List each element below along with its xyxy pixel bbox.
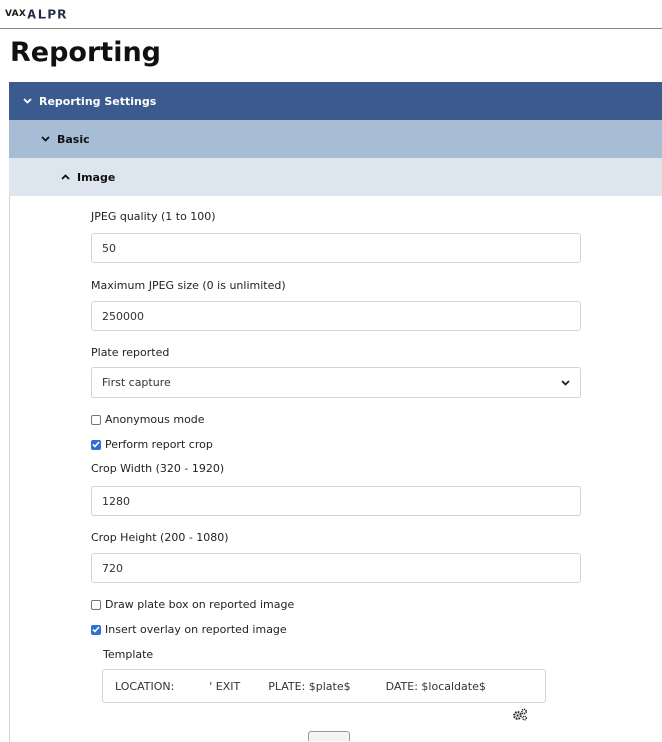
plate-reported-select[interactable]: First capture xyxy=(91,367,581,398)
brand-prefix: VAX xyxy=(5,9,27,19)
section-image[interactable]: Image xyxy=(9,158,662,196)
jpeg-quality-input[interactable] xyxy=(91,233,581,263)
draw-plate-box-checkbox[interactable]: Draw plate box on reported image xyxy=(91,598,294,611)
max-jpeg-size-input[interactable] xyxy=(91,301,581,331)
section-label: Image xyxy=(77,170,116,184)
insert-overlay-checkbox[interactable]: Insert overlay on reported image xyxy=(91,623,287,636)
jpeg-quality-label: JPEG quality (1 to 100) xyxy=(91,210,216,223)
chevron-down-icon xyxy=(561,376,570,389)
top-bar: VAX ALPR xyxy=(0,0,662,29)
checkbox-checked[interactable] xyxy=(91,624,101,635)
section-reporting-settings[interactable]: Reporting Settings xyxy=(9,82,662,120)
section-label: Basic xyxy=(57,132,90,146)
plate-reported-label: Plate reported xyxy=(91,346,170,359)
chevron-down-icon xyxy=(23,98,35,104)
template-label: Template xyxy=(103,648,154,661)
gears-icon[interactable] xyxy=(512,706,528,725)
insert-overlay-label: Insert overlay on reported image xyxy=(105,623,287,636)
brand-name[interactable]: ALPR xyxy=(27,6,67,21)
crop-width-input[interactable] xyxy=(91,486,581,516)
crop-height-input[interactable] xyxy=(91,553,581,583)
section-basic[interactable]: Basic xyxy=(9,120,662,158)
chevron-up-icon xyxy=(61,174,73,180)
chevron-down-icon xyxy=(41,136,53,142)
perform-report-crop-checkbox[interactable]: Perform report crop xyxy=(91,438,213,451)
max-jpeg-size-label: Maximum JPEG size (0 is unlimited) xyxy=(91,279,286,292)
template-input[interactable]: LOCATION: ' EXIT PLATE: $plate$ DATE: $l… xyxy=(102,669,546,703)
anonymous-mode-label: Anonymous mode xyxy=(105,413,205,426)
checkbox-checked[interactable] xyxy=(91,439,101,450)
bottom-button[interactable] xyxy=(308,731,350,741)
checkbox-unchecked[interactable] xyxy=(91,599,101,610)
plate-reported-value: First capture xyxy=(102,376,171,389)
checkbox-unchecked[interactable] xyxy=(91,414,101,425)
section-label: Reporting Settings xyxy=(39,94,157,108)
page-title: Reporting xyxy=(10,37,162,68)
anonymous-mode-checkbox[interactable]: Anonymous mode xyxy=(91,413,205,426)
crop-height-label: Crop Height (200 - 1080) xyxy=(91,531,229,544)
draw-plate-box-label: Draw plate box on reported image xyxy=(105,598,295,611)
crop-width-label: Crop Width (320 - 1920) xyxy=(91,462,225,475)
perform-report-crop-label: Perform report crop xyxy=(105,438,213,451)
